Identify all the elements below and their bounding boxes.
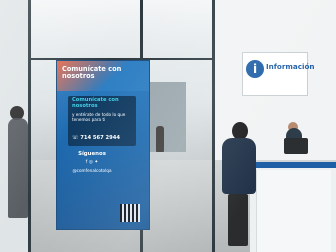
monitor	[284, 138, 308, 154]
banner-follow: Síguenos	[78, 151, 106, 157]
banner-subheadline: Comunícate con nosotros	[72, 97, 119, 109]
info-icon: i	[246, 60, 264, 78]
qr-code	[120, 204, 140, 222]
information-label: Información	[266, 62, 315, 71]
banner-phone: ☏ 714 567 2944	[72, 135, 120, 141]
glass-frame-left	[28, 0, 31, 252]
glass-frame-right	[212, 0, 215, 252]
social-icons: f ◎ ✦	[85, 160, 99, 165]
office-lobby-scene: Comunícate con nosotros Comunícate con n…	[0, 0, 336, 252]
visitor-coat	[222, 138, 256, 194]
banner-body-text: y entérate de todo lo que tenemos para t…	[72, 112, 126, 122]
banner-handle: @comfenalcotolqa	[72, 168, 112, 173]
back-window	[146, 82, 186, 152]
background-person	[156, 126, 164, 152]
visitor-legs	[228, 194, 248, 246]
banner-headline: Comunícate con nosotros	[62, 65, 122, 81]
left-person	[8, 118, 28, 218]
counter-front	[256, 170, 331, 252]
